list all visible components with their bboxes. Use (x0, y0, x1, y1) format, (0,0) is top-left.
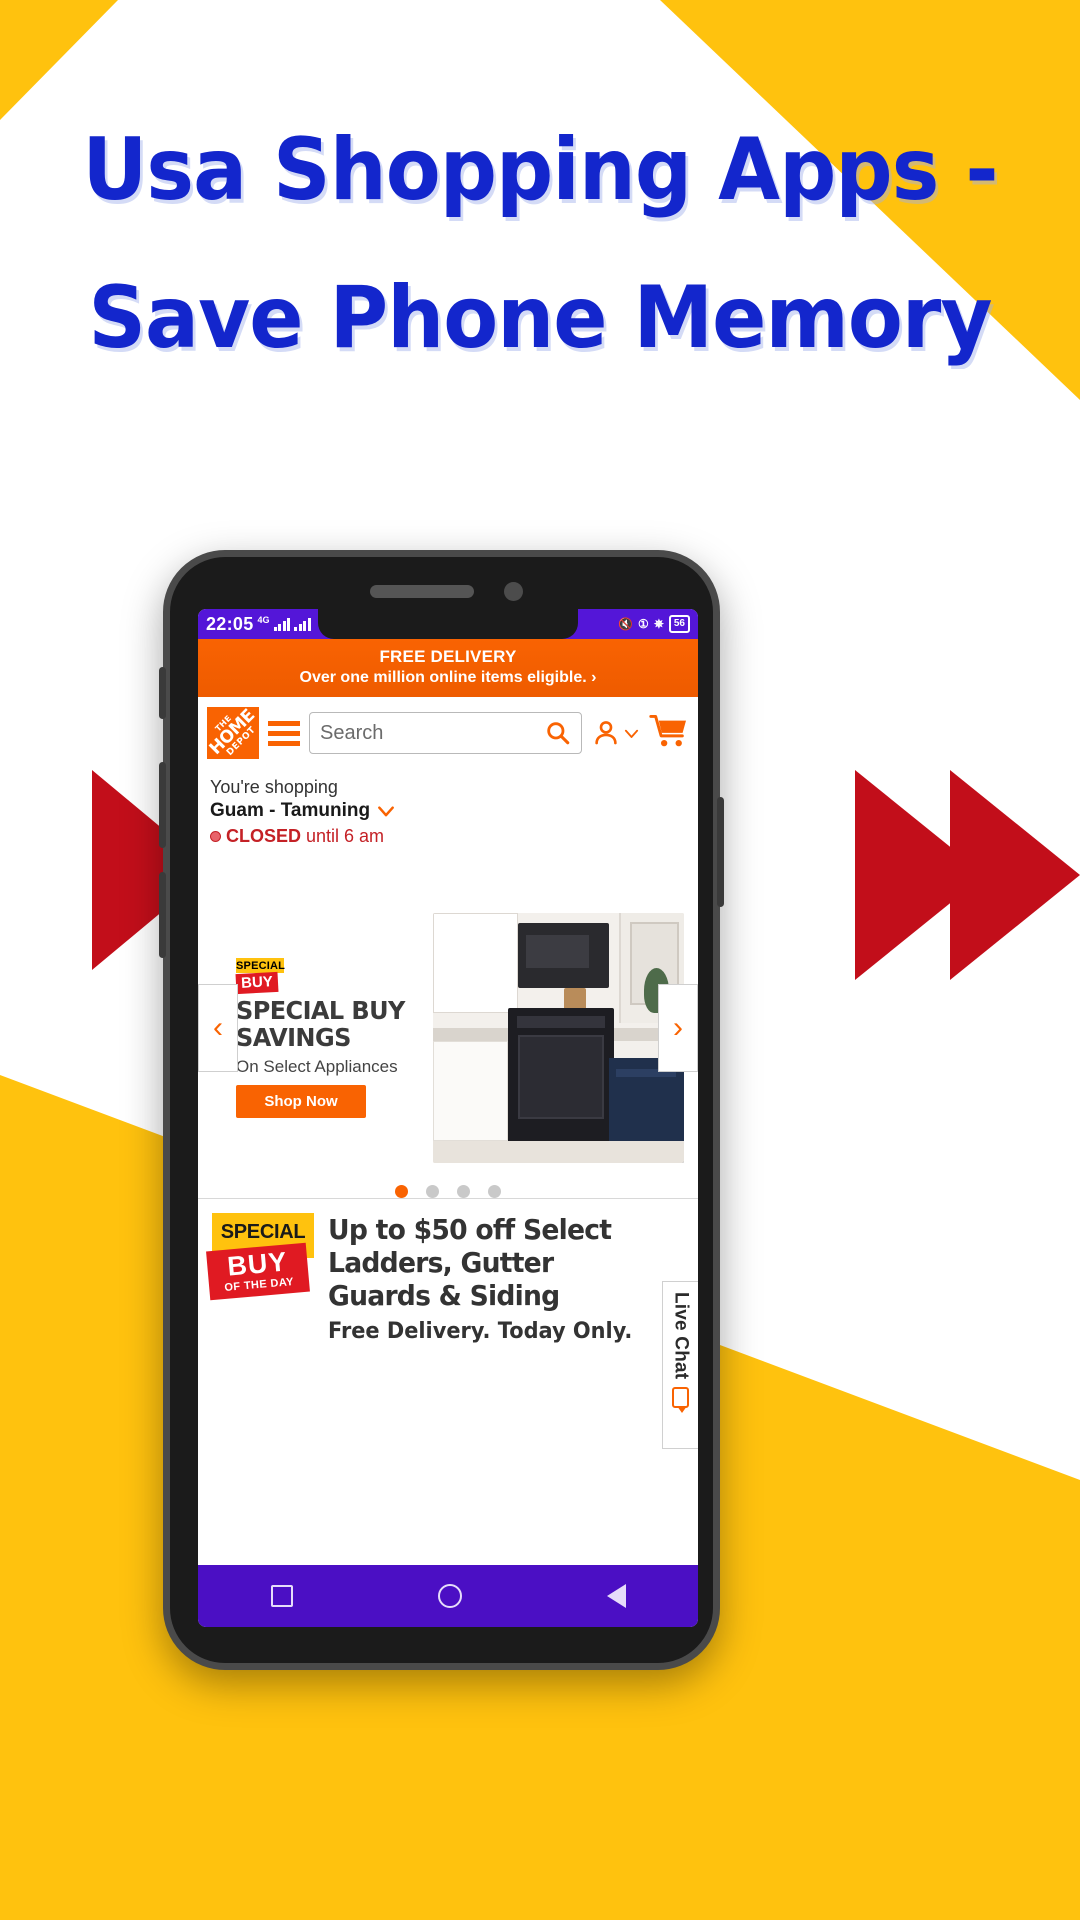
carousel-dot-2[interactable] (426, 1185, 439, 1198)
oven-illustration (508, 1008, 614, 1143)
phone-mockup: 22:05 4G 🔇 ① ✵ 56 FREE DELIVERY Over one… (159, 550, 724, 1670)
poster-headline: Usa Shopping Apps - Save Phone Memory (38, 96, 1042, 392)
phone-earpiece (369, 585, 474, 598)
store-status-detail: until 6 am (306, 826, 385, 846)
store-selector[interactable]: Guam - Tamuning (210, 800, 686, 822)
carousel-dot-4[interactable] (488, 1185, 501, 1198)
free-delivery-banner[interactable]: FREE DELIVERY Over one million online it… (198, 639, 698, 697)
special-buy-badge: SPECIAL BUY (235, 958, 286, 995)
phone-screen: 22:05 4G 🔇 ① ✵ 56 FREE DELIVERY Over one… (198, 609, 698, 1627)
signal-strength-icon-1 (273, 617, 291, 631)
phone-button-power (717, 797, 724, 907)
vibrate-icon: 🔇 (618, 617, 634, 631)
search-icon[interactable] (545, 720, 571, 746)
cart-icon (649, 714, 686, 746)
chat-bubble-icon (672, 1387, 689, 1414)
special-buy-of-the-day-card[interactable]: SPECIAL BUY OF THE DAY Up to $50 off Sel… (198, 1198, 698, 1344)
carousel-dots (198, 1185, 698, 1198)
home-button[interactable] (437, 1584, 462, 1608)
store-info: You're shopping Guam - Tamuning CLOSED u… (198, 769, 698, 857)
badge-red-block: BUY OF THE DAY (206, 1242, 310, 1301)
status-bar-right: 🔇 ① ✵ 56 (618, 615, 690, 633)
status-bar-clock: 22:05 (206, 613, 254, 634)
home-depot-logo[interactable]: THE HOME DEPOT (206, 706, 259, 759)
hero-carousel: SPECIAL BUY SPECIAL BUY SAVINGS On Selec… (198, 857, 698, 1198)
carousel-image-kitchen (433, 913, 684, 1163)
store-status-label: CLOSED (226, 826, 302, 846)
special-buy-of-day-copy: Up to $50 off Select Ladders, Gutter Gua… (328, 1213, 684, 1344)
search-input[interactable]: Search (309, 712, 582, 754)
store-status: CLOSED until 6 am (210, 826, 686, 847)
signal-strength-icon-2 (294, 617, 311, 631)
store-name: Guam - Tamuning (210, 800, 371, 821)
chevron-down-icon (378, 806, 395, 817)
headline-line-1: Usa Shopping Apps - (82, 120, 998, 220)
phone-front-camera (503, 582, 523, 601)
sbod-headline-1: Up to $50 off Select (328, 1213, 612, 1246)
carousel-headline-1: SPECIAL BUY (236, 996, 405, 1025)
android-nav-bar (198, 1565, 698, 1627)
carousel-slide: SPECIAL BUY SPECIAL BUY SAVINGS On Selec… (198, 913, 698, 1163)
carousel-headline-2: SAVINGS (236, 1023, 351, 1052)
account-button[interactable] (591, 718, 640, 748)
cart-button[interactable] (649, 714, 689, 753)
carousel-next-button[interactable]: › (658, 983, 698, 1072)
bluetooth-icon: ✵ (653, 617, 664, 631)
sbod-subtitle: Free Delivery. Today Only. (328, 1319, 633, 1344)
status-dot-icon (210, 831, 221, 842)
chevron-right-icon: › (591, 669, 597, 686)
sbod-headline-3: Guards & Siding (328, 1279, 560, 1312)
free-delivery-title: FREE DELIVERY (379, 647, 517, 666)
live-chat-tab[interactable]: Live Chat (662, 1281, 698, 1449)
network-type-label: 4G (257, 615, 270, 625)
phone-button-volume-up (159, 762, 166, 848)
back-button[interactable] (606, 1584, 626, 1608)
phone-button-volume-down (159, 872, 166, 958)
app-header: THE HOME DEPOT Search (198, 697, 698, 769)
free-delivery-subtitle: Over one million online items eligible. (299, 669, 587, 686)
search-placeholder: Search (320, 721, 384, 744)
carousel-dot-1[interactable] (395, 1185, 408, 1198)
phone-button-mute (159, 667, 166, 719)
carousel-copy: SPECIAL BUY SPECIAL BUY SAVINGS On Selec… (212, 958, 427, 1118)
carousel-subtitle: On Select Appliances (236, 1057, 398, 1076)
free-delivery-subtitle-row: Over one million online items eligible. … (198, 669, 698, 687)
hamburger-menu-icon[interactable] (268, 720, 300, 746)
person-icon (595, 721, 617, 745)
carousel-dot-3[interactable] (457, 1185, 470, 1198)
dnd-icon: ① (638, 617, 649, 631)
special-buy-badge-top: SPECIAL (236, 958, 286, 973)
status-bar-notch (318, 609, 578, 639)
live-chat-label: Live Chat (670, 1292, 692, 1380)
special-buy-of-day-badge: SPECIAL BUY OF THE DAY (206, 1213, 314, 1301)
status-bar-left: 22:05 4G (206, 614, 311, 635)
microwave-illustration (518, 923, 609, 988)
special-buy-badge-bottom: BUY (235, 971, 279, 995)
shop-now-button[interactable]: Shop Now (236, 1085, 366, 1118)
sbod-headline-2: Ladders, Gutter (328, 1246, 554, 1279)
headline-line-2: Save Phone Memory (88, 268, 992, 368)
battery-level-badge: 56 (668, 615, 690, 633)
red-arrow-right-icon (950, 770, 1080, 980)
status-bar: 22:05 4G 🔇 ① ✵ 56 (198, 609, 698, 639)
store-prefix-label: You're shopping (210, 777, 338, 797)
recent-apps-button[interactable] (270, 1585, 293, 1607)
chevron-down-icon (624, 729, 639, 738)
carousel-prev-button[interactable]: ‹ (198, 983, 238, 1072)
